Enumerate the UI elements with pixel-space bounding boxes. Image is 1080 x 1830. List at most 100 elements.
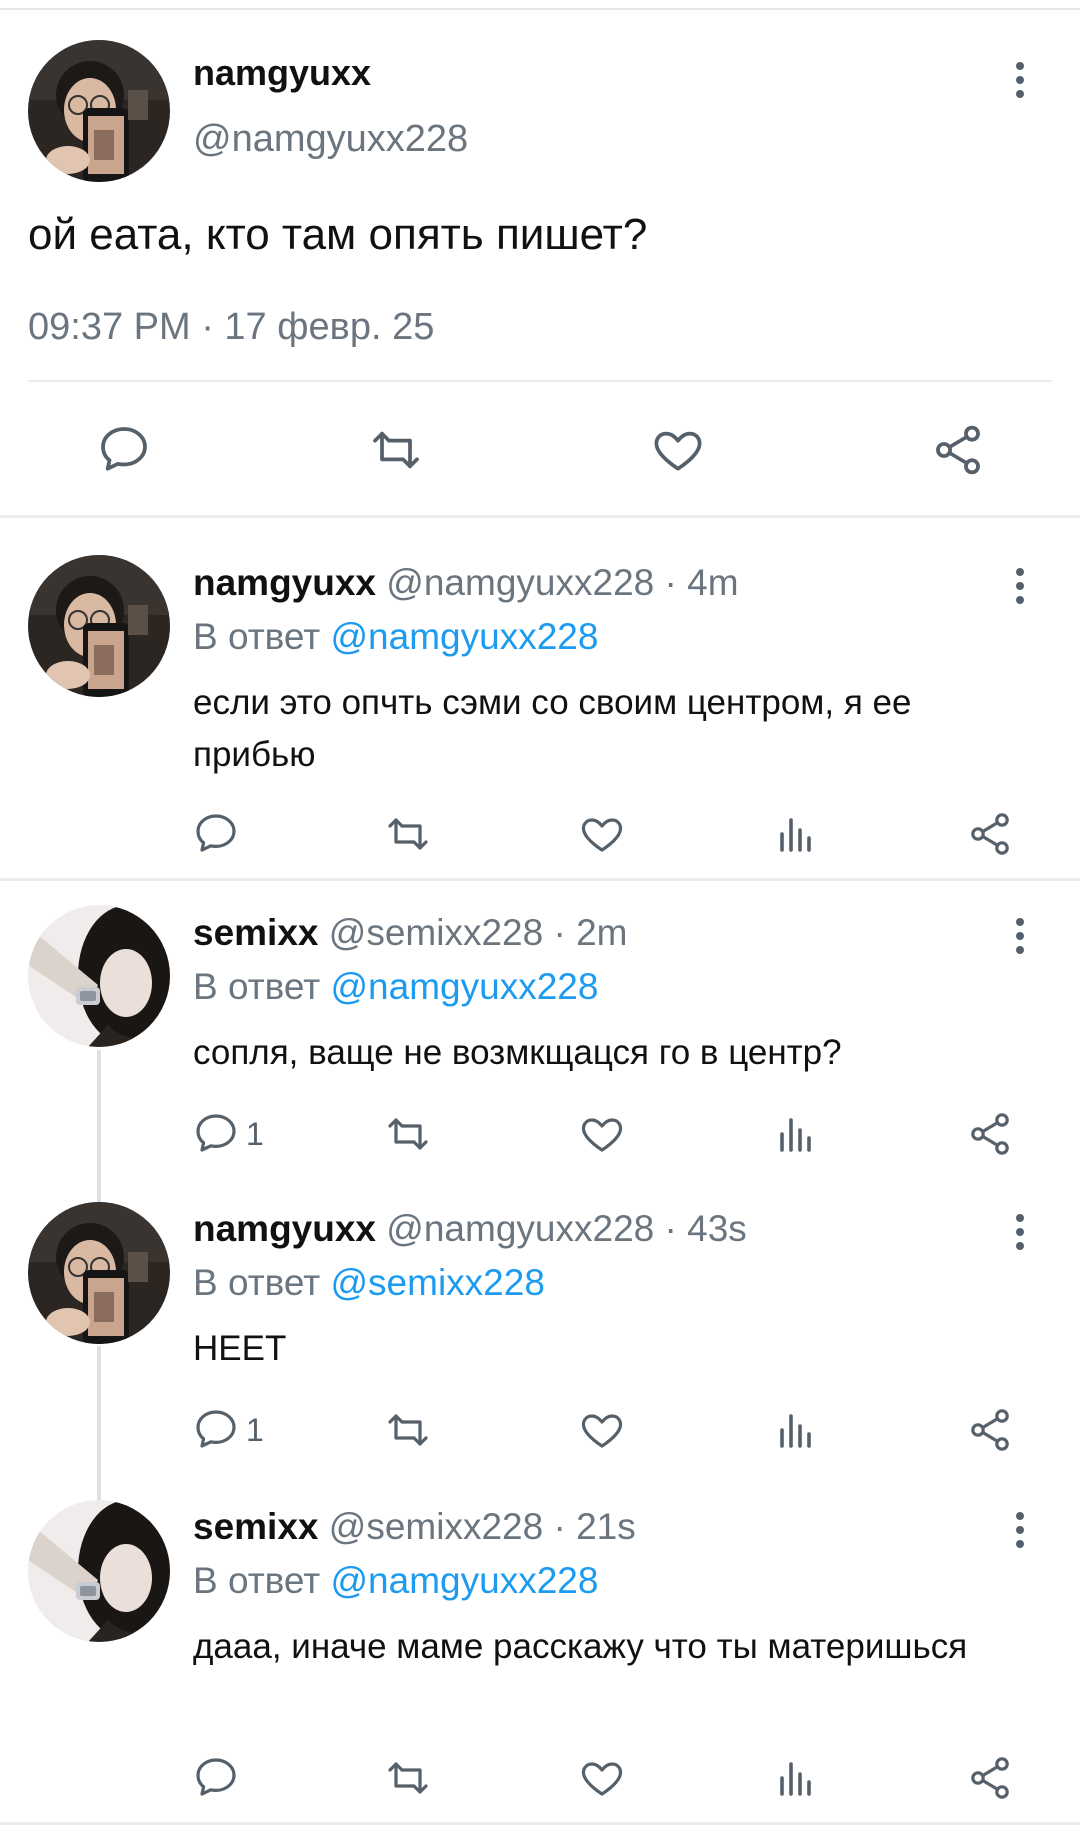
reply-prefix: В ответ xyxy=(193,966,321,1007)
author-name[interactable]: namgyuxx xyxy=(193,52,371,94)
reply-mention[interactable]: @namgyuxx228 xyxy=(331,1560,599,1601)
retweet-button[interactable] xyxy=(384,1406,432,1454)
reply-mention[interactable]: @namgyuxx228 xyxy=(331,966,599,1007)
avatar[interactable] xyxy=(28,1202,170,1344)
heart-icon xyxy=(654,431,702,471)
reply-text: НЕЕТ xyxy=(193,1329,287,1368)
views-button[interactable] xyxy=(772,1754,820,1802)
reply-header: namgyuxx @namgyuxx228 · 43s xyxy=(193,1208,747,1250)
speech-bubble-icon xyxy=(101,427,147,471)
reply-time: 43s xyxy=(687,1208,747,1249)
retweet-arrows-icon xyxy=(388,1414,428,1446)
reply-mention[interactable]: @semixx228 xyxy=(331,1262,545,1303)
share-button[interactable] xyxy=(966,1406,1014,1454)
retweet-button[interactable] xyxy=(384,1110,432,1158)
reply-time: 21s xyxy=(576,1506,636,1547)
heart-icon xyxy=(581,1762,623,1796)
separator-dot: · xyxy=(664,1208,677,1249)
reply-to-line: В ответ @namgyuxx228 xyxy=(193,966,598,1008)
like-button[interactable] xyxy=(578,1754,626,1802)
speech-bubble-icon xyxy=(196,1114,236,1152)
share-nodes-icon xyxy=(971,813,1009,855)
vertical-dots-icon[interactable] xyxy=(1012,62,1028,104)
reply-text: если это опчть сэми со своим центром, я … xyxy=(193,683,912,774)
main-tweet: namgyuxx @namgyuxx228 ой еата, кто там о… xyxy=(0,10,1080,515)
reply-to-line: В ответ @semixx228 xyxy=(193,1262,545,1304)
author-name[interactable]: namgyuxx xyxy=(193,1208,376,1249)
separator-dot: · xyxy=(553,1506,566,1547)
reply-prefix: В ответ xyxy=(193,1560,321,1601)
section-divider xyxy=(0,515,1080,518)
reply-text: сопля, ваще не возмкщацся го в центр? xyxy=(193,1033,842,1072)
reply-button[interactable] xyxy=(192,1754,240,1802)
share-button[interactable] xyxy=(966,810,1014,858)
reply-count: 1 xyxy=(246,1116,264,1152)
vertical-dots-icon[interactable] xyxy=(1012,1512,1028,1554)
author-handle[interactable]: @namgyuxx228 xyxy=(386,562,654,603)
reply-prefix: В ответ xyxy=(193,1262,321,1303)
speech-bubble-icon xyxy=(196,814,236,852)
author-name[interactable]: namgyuxx xyxy=(193,562,376,603)
author-name[interactable]: semixx xyxy=(193,1506,319,1547)
avatar[interactable] xyxy=(28,1500,170,1642)
author-handle[interactable]: @semixx228 xyxy=(329,912,543,953)
retweet-arrows-icon xyxy=(388,1118,428,1150)
share-nodes-icon xyxy=(971,1409,1009,1451)
heart-icon xyxy=(581,818,623,852)
share-button[interactable] xyxy=(966,1754,1014,1802)
reply-prefix: В ответ xyxy=(193,616,321,657)
avatar[interactable] xyxy=(28,40,170,182)
reply-time: 2m xyxy=(576,912,628,953)
views-button[interactable] xyxy=(772,810,820,858)
reply-tweet: semixx @semixx228 · 2m В ответ @namgyuxx… xyxy=(0,880,1080,1180)
separator-dot: · xyxy=(664,562,677,603)
reply-to-line: В ответ @namgyuxx228 xyxy=(193,1560,598,1602)
views-button[interactable] xyxy=(772,1110,820,1158)
bar-chart-icon xyxy=(780,1414,811,1448)
reply-text: дааа, иначе маме расскажу что ты материш… xyxy=(193,1627,968,1666)
like-button[interactable] xyxy=(650,422,706,478)
retweet-button[interactable] xyxy=(384,1754,432,1802)
share-button[interactable] xyxy=(930,422,986,478)
separator-dot: · xyxy=(553,912,566,953)
like-button[interactable] xyxy=(578,810,626,858)
author-handle[interactable]: @semixx228 xyxy=(329,1506,543,1547)
reply-button[interactable] xyxy=(96,422,152,478)
reply-header: semixx @semixx228 · 2m xyxy=(193,912,628,954)
reply-tweet: namgyuxx @namgyuxx228 · 43s В ответ @sem… xyxy=(0,1180,1080,1480)
divider xyxy=(28,380,1052,382)
speech-bubble-icon xyxy=(196,1410,236,1448)
avatar[interactable] xyxy=(28,905,170,1047)
like-button[interactable] xyxy=(578,1406,626,1454)
heart-icon xyxy=(581,1118,623,1152)
vertical-dots-icon[interactable] xyxy=(1012,918,1028,960)
reply-mention[interactable]: @namgyuxx228 xyxy=(331,616,599,657)
vertical-dots-icon[interactable] xyxy=(1012,1214,1028,1256)
author-handle[interactable]: @namgyuxx228 xyxy=(193,118,468,161)
author-name[interactable]: semixx xyxy=(193,912,319,953)
reply-time: 4m xyxy=(687,562,739,603)
avatar[interactable] xyxy=(28,555,170,697)
share-button[interactable] xyxy=(966,1110,1014,1158)
bar-chart-icon xyxy=(780,1118,811,1152)
author-handle[interactable]: @namgyuxx228 xyxy=(386,1208,654,1249)
heart-icon xyxy=(581,1414,623,1448)
vertical-dots-icon[interactable] xyxy=(1012,568,1028,610)
section-divider xyxy=(0,1822,1080,1825)
reply-tweet: namgyuxx @namgyuxx228 · 4m В ответ @namg… xyxy=(0,520,1080,880)
reply-count: 1 xyxy=(246,1412,264,1448)
reply-to-line: В ответ @namgyuxx228 xyxy=(193,616,598,658)
retweet-button[interactable] xyxy=(368,422,424,478)
like-button[interactable] xyxy=(578,1110,626,1158)
speech-bubble-icon xyxy=(196,1758,236,1796)
views-button[interactable] xyxy=(772,1406,820,1454)
retweet-arrows-icon xyxy=(388,1762,428,1794)
share-nodes-icon xyxy=(971,1757,1009,1799)
reply-button[interactable] xyxy=(192,810,240,858)
reply-button[interactable] xyxy=(192,1406,240,1454)
retweet-button[interactable] xyxy=(384,810,432,858)
share-nodes-icon xyxy=(936,425,980,475)
reply-button[interactable] xyxy=(192,1110,240,1158)
bar-chart-icon xyxy=(780,1762,811,1796)
tweet-timestamp: 09:37 PM · 17 февр. 25 xyxy=(28,306,435,348)
